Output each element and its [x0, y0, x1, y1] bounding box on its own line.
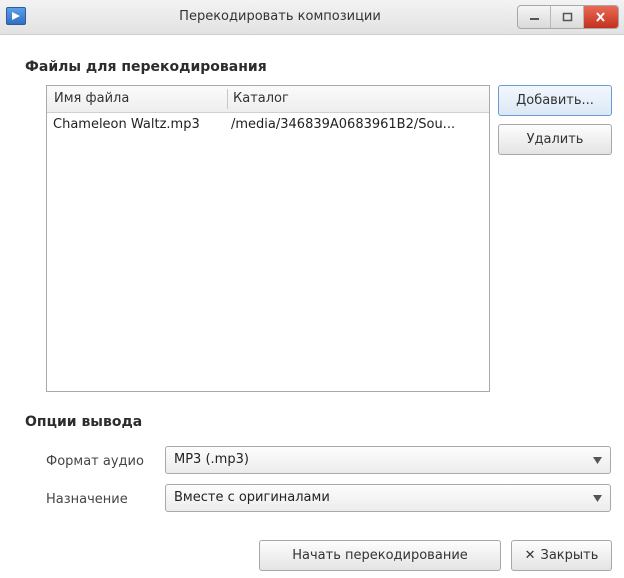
files-table[interactable]: Имя файла Каталог Chameleon Waltz.mp3 /m… [46, 85, 490, 392]
format-select[interactable]: MP3 (.mp3) [165, 446, 611, 474]
minimize-button[interactable] [518, 6, 551, 28]
files-section-title: Файлы для перекодирования [25, 59, 267, 75]
start-transcode-button[interactable]: Начать перекодирование [259, 540, 501, 571]
chevron-down-icon [593, 495, 602, 502]
format-value: MP3 (.mp3) [174, 452, 249, 467]
close-icon: ✕ [524, 548, 536, 563]
row-filename: Chameleon Waltz.mp3 [53, 117, 200, 132]
remove-button[interactable]: Удалить [498, 124, 612, 155]
close-button-label: Закрыть [540, 548, 599, 563]
format-label: Формат аудио [46, 454, 144, 469]
close-window-button[interactable] [584, 6, 618, 28]
table-header: Имя файла Каталог [47, 86, 489, 113]
minimize-icon [530, 18, 539, 20]
column-separator [227, 89, 228, 109]
destination-select[interactable]: Вместе с оригиналами [165, 484, 611, 512]
row-directory: /media/346839A0683961B2/Sou... [231, 117, 456, 132]
column-header-directory[interactable]: Каталог [233, 91, 289, 106]
window-title: Перекодировать композиции [179, 9, 381, 24]
close-button[interactable]: ✕ Закрыть [511, 540, 612, 571]
maximize-button[interactable] [551, 6, 584, 28]
title-bar: Перекодировать композиции [0, 0, 624, 35]
destination-value: Вместе с оригиналами [174, 490, 330, 505]
table-row[interactable]: Chameleon Waltz.mp3 /media/346839A068396… [47, 113, 489, 139]
close-icon [596, 12, 605, 22]
window-controls [517, 5, 619, 29]
column-header-filename[interactable]: Имя файла [54, 91, 129, 106]
destination-label: Назначение [46, 492, 128, 507]
media-player-icon [6, 7, 26, 25]
output-section-title: Опции вывода [25, 414, 143, 430]
chevron-down-icon [593, 457, 602, 464]
add-button[interactable]: Добавить... [498, 85, 612, 116]
maximize-icon [562, 12, 573, 22]
